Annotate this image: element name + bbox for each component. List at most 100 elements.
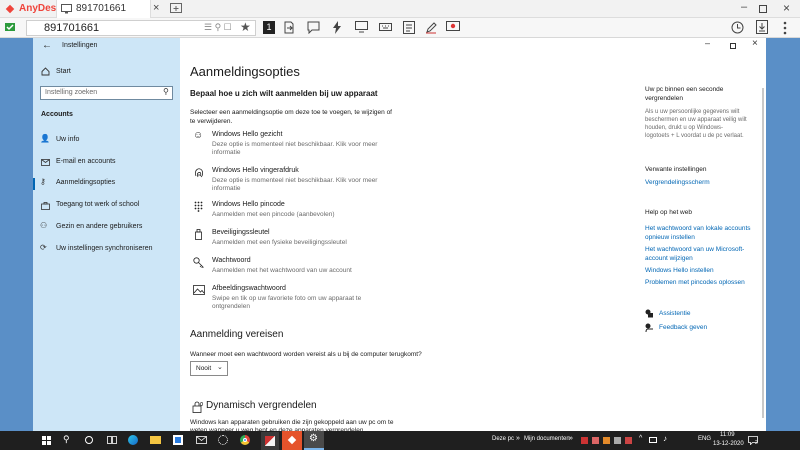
switch-sides-icon[interactable] bbox=[283, 21, 295, 34]
minimize-icon[interactable]: – bbox=[741, 1, 747, 13]
intro-line-1: Selecteer een aanmeldingsoptie om deze t… bbox=[190, 109, 392, 116]
favorite-star-icon[interactable]: ★ bbox=[240, 20, 251, 34]
chrome-icon[interactable] bbox=[240, 435, 250, 445]
remote-desktop[interactable]: ← Instellingen Start Instelling zoeken ⚲… bbox=[0, 38, 800, 450]
back-arrow-icon[interactable]: ← bbox=[42, 40, 52, 51]
chat-icon[interactable] bbox=[307, 21, 320, 34]
sidebar-item-werk-school[interactable]: Toegang tot werk of school bbox=[33, 199, 180, 213]
clock-time[interactable]: 11:09 bbox=[720, 432, 735, 438]
chevron-down-icon: ⌄ bbox=[217, 364, 223, 371]
settings-sidebar: ← Instellingen Start Instelling zoeken ⚲… bbox=[33, 38, 180, 431]
help-link-local-password[interactable]: Het wachtwoord van lokale accounts bbox=[645, 225, 751, 232]
option-password[interactable]: Wachtwoord Aanmelden met het wachtwoord … bbox=[190, 256, 450, 276]
win-close-icon[interactable]: × bbox=[752, 38, 758, 49]
menu-icon[interactable] bbox=[783, 21, 787, 35]
settings-taskbar-icon[interactable]: ⚙ bbox=[304, 431, 324, 450]
file-transfer-icon[interactable] bbox=[403, 21, 415, 34]
require-dropdown[interactable]: Nooit ⌄ bbox=[190, 361, 228, 376]
start-windows-icon[interactable] bbox=[42, 436, 51, 445]
help-link-pin-problems[interactable]: Problemen met pincodes oplossen bbox=[645, 279, 745, 286]
download-icon[interactable] bbox=[756, 20, 768, 34]
anydesk-logo-icon bbox=[5, 4, 15, 14]
tray-icon-grey[interactable] bbox=[614, 437, 621, 444]
keyboard-icon[interactable] bbox=[379, 21, 392, 33]
anydesk-taskbar-icon[interactable] bbox=[282, 431, 302, 450]
address-bar[interactable]: 891701661 ☰ ⚲ ☐ ★ bbox=[26, 20, 256, 36]
help-link-ms-password[interactable]: Het wachtwoord van uw Microsoft- bbox=[645, 246, 744, 253]
monitor-select-button[interactable]: 1 bbox=[263, 21, 275, 34]
app-icon-photo[interactable] bbox=[261, 432, 279, 450]
assist-link[interactable]: Assistentie bbox=[659, 310, 690, 317]
new-tab-icon[interactable] bbox=[170, 3, 182, 15]
option-security-key[interactable]: Beveiligingssleutel Aanmelden met een fy… bbox=[190, 228, 450, 248]
toolbar-expand-icon-2[interactable]: » bbox=[569, 435, 573, 442]
option-hello-fingerprint[interactable]: Windows Hello vingerafdruk Deze optie is… bbox=[190, 166, 450, 192]
tray-chevron-up-icon[interactable]: ^ bbox=[639, 435, 642, 442]
main-scrollbar[interactable] bbox=[762, 88, 764, 418]
tray-icon-red-2[interactable] bbox=[625, 437, 632, 444]
help-link-hello-setup[interactable]: Windows Hello instellen bbox=[645, 267, 714, 274]
help-link-ms-password-2[interactable]: account wijzigen bbox=[645, 255, 693, 262]
close-window-icon[interactable]: × bbox=[783, 1, 790, 15]
session-tab[interactable]: 891701661 × bbox=[56, 0, 159, 18]
seconds-desc-3: houden, drukt u op Windows- bbox=[645, 125, 724, 131]
edge-icon[interactable] bbox=[128, 435, 138, 445]
option-desc: informatie bbox=[212, 185, 241, 192]
history-icon[interactable] bbox=[731, 21, 744, 34]
sidebar-item-uw-info[interactable]: 👤 Uw info bbox=[33, 134, 180, 148]
app-icon-settings-gear[interactable] bbox=[218, 435, 228, 445]
address-value: 891701661 bbox=[44, 22, 100, 34]
desktop-toolbar-deze-pc[interactable]: Deze pc bbox=[492, 436, 514, 442]
help-title: Help op het web bbox=[645, 209, 692, 216]
option-picture-password[interactable]: Afbeeldingswachtwoord Swipe en tik op uw… bbox=[190, 284, 450, 312]
notification-count-badge: 2 bbox=[755, 440, 758, 446]
option-hello-pin[interactable]: Windows Hello pincode Aanmelden met een … bbox=[190, 200, 450, 220]
option-title: Afbeeldingswachtwoord bbox=[212, 285, 286, 292]
sidebar-home[interactable]: Start bbox=[56, 68, 71, 75]
volume-icon[interactable]: ♪ bbox=[663, 434, 667, 443]
cortana-icon[interactable] bbox=[85, 436, 93, 444]
toolbar-expand-icon[interactable]: » bbox=[516, 435, 520, 442]
win-minimize-icon[interactable]: – bbox=[705, 38, 710, 48]
network-icon[interactable] bbox=[649, 437, 657, 443]
taskbar-search-icon[interactable]: ⚲ bbox=[63, 434, 70, 445]
window-title: Instellingen bbox=[62, 42, 98, 49]
sidebar-item-gezin[interactable]: ⚇ Gezin en andere gebruikers bbox=[33, 221, 180, 235]
option-hello-face[interactable]: ☺ Windows Hello gezicht Deze optie is mo… bbox=[190, 130, 450, 156]
tray-icon-orange[interactable] bbox=[603, 437, 610, 444]
feedback-link[interactable]: Feedback geven bbox=[659, 324, 707, 331]
store-icon[interactable] bbox=[173, 435, 183, 445]
sidebar-item-label: Aanmeldingsopties bbox=[56, 179, 116, 186]
monitor-icon bbox=[61, 4, 72, 14]
desktop-toolbar-mijn-documenten[interactable]: Mijn documenten bbox=[524, 436, 570, 442]
usb-key-icon bbox=[195, 229, 202, 240]
maximize-icon[interactable] bbox=[759, 5, 767, 13]
tray-icon-red[interactable] bbox=[581, 437, 588, 444]
key-icon: ⚷ bbox=[40, 177, 46, 186]
sidebar-item-sync[interactable]: ⟳ Uw instellingen synchroniseren bbox=[33, 243, 180, 257]
sidebar-item-aanmeldingsopties[interactable]: ⚷ Aanmeldingsopties bbox=[33, 177, 180, 191]
require-heading: Aanmelding vereisen bbox=[190, 329, 284, 340]
require-dropdown-value: Nooit bbox=[196, 365, 212, 372]
page-title: Aanmeldingsopties bbox=[190, 64, 300, 79]
clock-date[interactable]: 13-12-2020 bbox=[713, 441, 744, 447]
explorer-icon[interactable] bbox=[150, 436, 161, 444]
record-icon[interactable] bbox=[446, 21, 460, 34]
help-link-local-password-2[interactable]: opnieuw instellen bbox=[645, 234, 695, 241]
settings-search-input[interactable]: Instelling zoeken ⚲ bbox=[40, 86, 173, 100]
display-icon[interactable] bbox=[355, 21, 368, 33]
mail-app-icon[interactable] bbox=[196, 436, 207, 444]
tray-icon-app[interactable] bbox=[592, 437, 599, 444]
language-indicator[interactable]: ENG bbox=[698, 436, 711, 442]
selected-indicator bbox=[33, 178, 35, 190]
page-subtitle: Bepaal hoe u zich wilt aanmelden bij uw … bbox=[190, 89, 378, 98]
sidebar-item-email[interactable]: E-mail en accounts bbox=[33, 156, 180, 170]
task-view-icon[interactable] bbox=[107, 436, 117, 444]
win-maximize-icon[interactable] bbox=[730, 43, 736, 49]
close-tab-icon[interactable]: × bbox=[153, 2, 159, 14]
people-icon: ⚇ bbox=[40, 221, 48, 230]
related-link-lockscreen[interactable]: Vergrendelingsscherm bbox=[645, 179, 710, 186]
actions-icon[interactable] bbox=[332, 21, 342, 34]
draw-icon[interactable] bbox=[425, 21, 437, 34]
seconds-title-1: Uw pc binnen een seconde bbox=[645, 86, 724, 93]
